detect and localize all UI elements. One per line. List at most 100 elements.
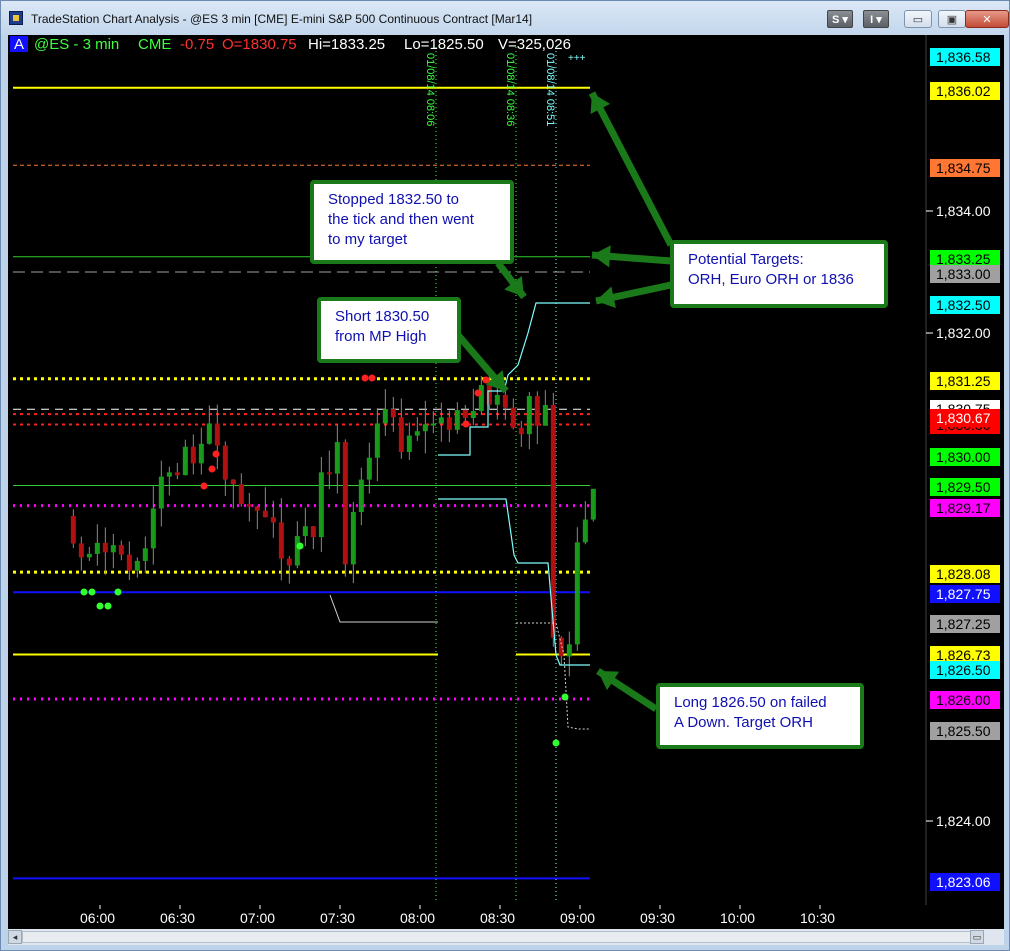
price-tag-9: 1,830.67: [936, 410, 991, 426]
time-label-7: 09:30: [640, 910, 675, 926]
price-tick-0: 1,834.00: [936, 203, 991, 219]
time-axis-canvas: 06:00 06:30 07:00 07:30 08:00 08:30 09:00 09:30…: [80, 905, 835, 926]
scroll-thumb[interactable]: ▭: [970, 930, 984, 944]
time-label-0: 06:00: [80, 910, 115, 926]
scroll-left-arrow-icon[interactable]: ◂: [8, 930, 22, 944]
time-label-5: 08:30: [480, 910, 515, 926]
candle-body-57: [526, 396, 532, 435]
price-tag-13: 1,828.08: [936, 566, 991, 582]
candle-body-20: [230, 479, 236, 485]
candle-body-29: [302, 526, 308, 537]
price-tag-4: 1,833.00: [936, 266, 991, 282]
candle-body-12: [166, 472, 172, 477]
maximize-button[interactable]: ▣: [938, 10, 966, 28]
candle-body-50: [470, 410, 476, 418]
price-tag-11: 1,829.50: [936, 479, 991, 495]
candle-body-63: [574, 542, 580, 645]
red-dot-0: [200, 482, 208, 490]
candle-body-62: [566, 644, 572, 657]
red-dot-3: [361, 374, 369, 382]
time-label-3: 07:30: [320, 910, 355, 926]
candle-body-38: [374, 423, 380, 458]
arrow-target-1833-head: [592, 245, 611, 268]
title-bar[interactable]: TradeStation Chart Analysis - @ES 3 min …: [1, 1, 1009, 35]
callout-stopped: Stopped 1832.50 to the tick and then wen…: [310, 180, 514, 264]
green-dot-5: [296, 542, 304, 550]
candle-body-61: [558, 637, 564, 657]
candle-body-51: [478, 385, 484, 411]
candle-body-45: [430, 423, 436, 426]
candle-body-5: [110, 545, 116, 553]
price-tag-2: 1,834.75: [936, 160, 991, 176]
minimize-button[interactable]: ▭: [904, 10, 932, 28]
price-tick-1: 1,832.00: [936, 325, 991, 341]
candle-body-19: [222, 445, 228, 480]
candle-body-3: [94, 542, 100, 554]
green-dot-7: [552, 739, 560, 747]
candle-body-27: [286, 558, 292, 566]
white-step-line: [329, 594, 438, 623]
candle-body-17: [206, 423, 212, 444]
scroll-track[interactable]: [22, 931, 972, 943]
green-dot-0: [80, 588, 88, 596]
price-tag-6: 1,831.25: [936, 373, 991, 389]
price-tag-16: 1,826.73: [936, 647, 991, 663]
candle-body-46: [438, 417, 444, 424]
candle-body-59: [542, 405, 548, 426]
candle-body-55: [510, 407, 516, 428]
candle-body-39: [382, 409, 388, 424]
plus-marks: +++: [568, 53, 586, 64]
green-dot-2: [96, 602, 104, 610]
candle-body-18: [214, 423, 220, 446]
price-chart[interactable]: A @ES - 3 min CME -0.75 O=1830.75 Hi=1833.25 L…: [8, 35, 1004, 905]
symbol-link-s-button[interactable]: S ▾: [827, 10, 853, 28]
candle-body-58: [534, 396, 540, 426]
net-change-label: -0.75: [180, 36, 214, 53]
green-dot-1: [88, 588, 96, 596]
candle-body-25: [270, 517, 276, 523]
candle-body-26: [278, 522, 284, 559]
candle-body-53: [494, 395, 500, 405]
green-dot-6: [561, 693, 569, 701]
symbol-link-i-button[interactable]: I ▾: [863, 10, 889, 28]
red-dot-1: [208, 465, 216, 473]
time-label-1: 06:30: [160, 910, 195, 926]
high-price-label: Hi=1833.25: [308, 36, 385, 53]
price-tag-14: 1,827.75: [936, 586, 991, 602]
chart-window: TradeStation Chart Analysis - @ES 3 min …: [0, 0, 1010, 951]
time-label-9: 10:30: [800, 910, 835, 926]
horizontal-scrollbar[interactable]: ◂ ▭: [8, 929, 1004, 945]
candle-body-56: [518, 427, 524, 435]
candle-body-10: [150, 508, 156, 549]
candle-body-11: [158, 476, 164, 509]
candle-body-13: [174, 472, 180, 476]
candle-body-14: [182, 446, 188, 476]
candle-body-2: [86, 553, 92, 558]
candle-body-37: [366, 457, 372, 480]
candle-body-8: [134, 560, 140, 571]
candle-body-65: [590, 488, 596, 520]
candle-body-22: [246, 504, 252, 507]
candle-body-41: [398, 417, 404, 452]
time-label-8: 10:00: [720, 910, 755, 926]
candle-body-24: [262, 510, 268, 518]
price-tag-17: 1,826.50: [936, 662, 991, 678]
chart-canvas[interactable]: A @ES - 3 min CME -0.75 O=1830.75 Hi=1833.25 L…: [8, 35, 1004, 905]
time-label-6: 09:00: [560, 910, 595, 926]
price-tag-0: 1,836.58: [936, 49, 991, 65]
candle-body-6: [118, 545, 124, 555]
cyan-orl-line: [438, 498, 590, 666]
open-price-label: O=1830.75: [222, 36, 297, 53]
time-label-2: 07:00: [240, 910, 275, 926]
close-button[interactable]: ✕: [965, 10, 1009, 28]
candle-body-28: [294, 536, 300, 566]
green-dot-3: [104, 602, 112, 610]
time-axis: 06:00 06:30 07:00 07:30 08:00 08:30 09:00 09:30…: [8, 905, 1004, 929]
candle-body-7: [126, 554, 132, 571]
analysis-mode-badge: A: [14, 36, 24, 53]
candle-body-47: [446, 417, 452, 430]
price-tag-3: 1,833.25: [936, 251, 991, 267]
time-label-4: 08:00: [400, 910, 435, 926]
candle-body-43: [414, 431, 420, 436]
candle-body-36: [358, 479, 364, 513]
